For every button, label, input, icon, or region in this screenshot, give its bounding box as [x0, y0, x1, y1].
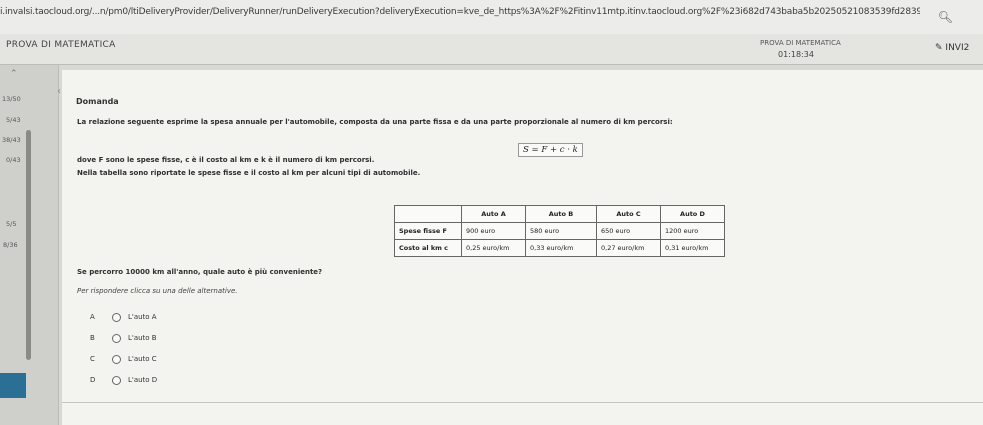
send-button-label: INVI2	[945, 43, 970, 53]
table-header: Auto D	[660, 205, 725, 223]
sidebar-active-marker[interactable]	[0, 373, 26, 398]
option-letter: A	[90, 313, 95, 321]
search-icon[interactable]: 🔍︎	[938, 10, 953, 24]
radio-button[interactable]	[112, 313, 121, 322]
divider	[62, 402, 983, 403]
option-letter: D	[90, 376, 96, 384]
table-header: Auto B	[525, 205, 597, 223]
radio-button[interactable]	[112, 376, 121, 385]
table-cell: 0,31 euro/km	[660, 239, 725, 257]
option-label[interactable]: L'auto C	[128, 355, 157, 363]
table-header	[394, 205, 462, 223]
chevron-left-icon[interactable]: ‹	[57, 86, 61, 97]
option-label[interactable]: L'auto B	[128, 334, 157, 342]
table-cell: 0,27 euro/km	[596, 239, 661, 257]
pen-icon: ✎	[935, 43, 943, 53]
table-cell: 0,25 euro/km	[461, 239, 526, 257]
table-row-header: Spese fisse F	[394, 222, 462, 240]
question-prompt: Se percorro 10000 km all'anno, quale aut…	[77, 268, 323, 276]
option-label[interactable]: L'auto D	[128, 376, 157, 384]
table-intro: Nella tabella sono riportate le spese fi…	[77, 169, 421, 177]
table-header-row: Auto A Auto B Auto C Auto D	[394, 205, 725, 223]
instruction: Per rispondere clicca su una delle alter…	[77, 287, 238, 295]
sidebar-item[interactable]: 8/36	[3, 241, 18, 249]
timer: 01:18:34	[778, 50, 814, 59]
sidebar-item[interactable]: 5/5	[6, 220, 16, 228]
browser-address-bar[interactable]: i.invalsi.taocloud.org/...n/pm0/ltiDeliv…	[0, 0, 983, 35]
table-cell: 900 euro	[461, 222, 526, 240]
scrollbar[interactable]	[26, 130, 31, 360]
option-letter: C	[90, 355, 95, 363]
option-label[interactable]: L'auto A	[128, 313, 157, 321]
table-header: Auto C	[596, 205, 661, 223]
table-row: Costo al km c 0,25 euro/km 0,33 euro/km …	[394, 239, 725, 257]
table-row: Spese fisse F 900 euro 580 euro 650 euro…	[394, 222, 725, 240]
app-title: PROVA DI MATEMATICA	[6, 40, 116, 50]
radio-button[interactable]	[112, 334, 121, 343]
send-button[interactable]: ✎ INVI2	[935, 43, 969, 53]
sidebar-item[interactable]: 13/50	[2, 95, 21, 103]
table-row-header: Costo al km c	[394, 239, 462, 257]
section-title: Domanda	[76, 97, 119, 106]
data-table: Auto A Auto B Auto C Auto D Spese fisse …	[394, 205, 725, 257]
app-header: PROVA DI MATEMATICA PROVA DI MATEMATICA …	[0, 34, 983, 65]
collapse-icon[interactable]: ⌃	[10, 69, 40, 79]
table-cell: 580 euro	[525, 222, 597, 240]
table-cell: 650 euro	[596, 222, 661, 240]
test-name: PROVA DI MATEMATICA	[760, 39, 841, 47]
table-cell: 0,33 euro/km	[525, 239, 597, 257]
table-header: Auto A	[461, 205, 526, 223]
question-definitions: dove F sono le spese fisse, c è il costo…	[77, 156, 375, 164]
sidebar-item[interactable]: 0/43	[6, 156, 21, 164]
option-letter: B	[90, 334, 95, 342]
url-text[interactable]: i.invalsi.taocloud.org/...n/pm0/ltiDeliv…	[0, 7, 920, 17]
sidebar-item[interactable]: 5/43	[6, 116, 21, 124]
question-intro: La relazione seguente esprime la spesa a…	[77, 118, 673, 126]
radio-button[interactable]	[112, 355, 121, 364]
sidebar-item[interactable]: 38/43	[2, 136, 21, 144]
formula: S = F + c · k	[518, 143, 583, 157]
table-cell: 1200 euro	[660, 222, 725, 240]
